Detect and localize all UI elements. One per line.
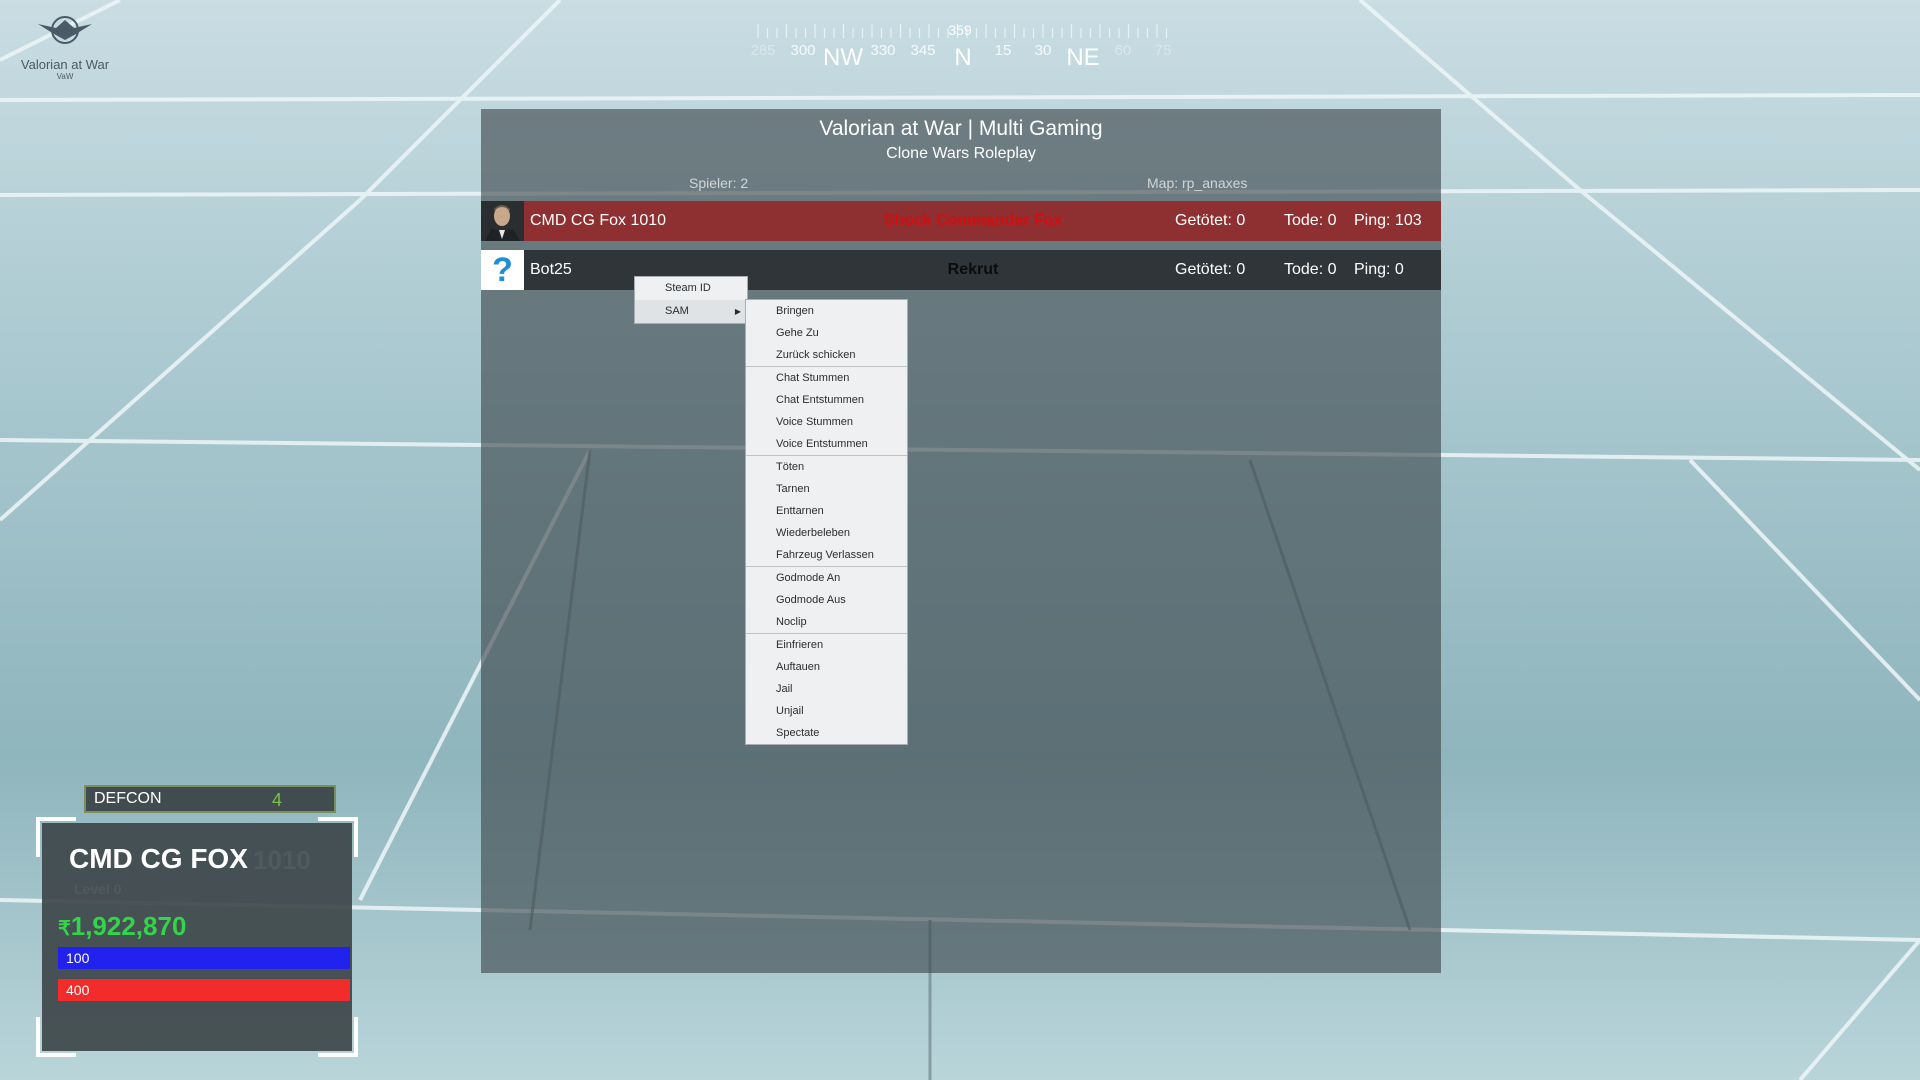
submenu-arrow-icon: ▶ [734, 307, 741, 316]
sam-menu-item[interactable]: Tarnen [746, 478, 907, 500]
player-deaths: Tode: 0 [1284, 261, 1337, 278]
menu-item-steam-id[interactable]: Steam ID [635, 277, 747, 300]
armor-bar: 100 [58, 947, 350, 969]
compass-label: 285 [750, 42, 776, 59]
sam-menu-item[interactable]: Auftauen [746, 656, 907, 678]
sam-submenu: Bringen Gehe Zu Zurück schicken Chat Stumme… [745, 299, 908, 745]
sam-menu-item[interactable]: Fahrzeug Verlassen [746, 544, 907, 566]
menu-item-label: SAM [665, 305, 689, 317]
player-kills: Getötet: 0 [1175, 261, 1246, 278]
logo-sub: VaW [56, 72, 74, 81]
compass-label: 330 [870, 42, 896, 59]
sam-menu-item[interactable]: Gehe Zu [746, 322, 907, 344]
defcon-value: 4 [272, 790, 283, 810]
server-logo: Valorian at War VaW [10, 10, 120, 81]
defcon-indicator: DEFCON 4 [84, 785, 336, 813]
compass-label: 30 [1034, 42, 1052, 59]
compass-label: N [954, 44, 972, 71]
hud-money: ₹1,922,870 [58, 911, 186, 942]
hud-player-name: CMD CG FOX [69, 843, 248, 874]
sam-menu-item[interactable]: Spectate [746, 722, 907, 744]
player-context-menu: Steam ID SAM ▶ [634, 276, 748, 324]
map-name: Map: rp_anaxes [1147, 175, 1248, 191]
compass-label: 345 [910, 42, 936, 59]
sam-menu-item[interactable]: Chat Stummen [746, 367, 907, 389]
player-row[interactable]: ? Bot25 Rekrut Getötet: 0 Tode: 0 Ping: … [481, 250, 1441, 290]
scoreboard: Valorian at War | Multi Gaming Clone War… [481, 109, 1441, 973]
compass-label: NW [823, 44, 863, 71]
armor-value: 100 [66, 950, 90, 966]
player-name: CMD CG Fox 1010 [530, 212, 667, 229]
player-ping: Ping: 0 [1354, 261, 1404, 278]
defcon-label: DEFCON [94, 790, 162, 807]
scoreboard-subtitle: Clone Wars Roleplay [886, 145, 1036, 162]
player-deaths: Tode: 0 [1284, 212, 1337, 229]
sam-menu-item[interactable]: Wiederbeleben [746, 522, 907, 544]
eagle-emblem-icon [38, 16, 92, 44]
logo-name: Valorian at War [20, 57, 110, 72]
health-bar: 400 [58, 979, 350, 1001]
question-mark-icon: ? [481, 250, 524, 290]
sam-menu-item[interactable]: Jail [746, 678, 907, 700]
player-ping: Ping: 103 [1354, 212, 1422, 229]
hud-panel: CMD CG FOX 1010 Level 0 ₹1,922,870 100 4… [42, 823, 352, 1051]
player-avatar [481, 201, 524, 241]
compass-label: 75 [1154, 42, 1172, 59]
player-name: Bot25 [530, 261, 572, 278]
sam-menu-item[interactable]: Noclip [746, 611, 907, 633]
compass-label: 15 [994, 42, 1012, 59]
money-value: 1,922,870 [70, 911, 187, 941]
compass-label: 60 [1114, 42, 1132, 59]
sam-menu-item[interactable]: Töten [746, 456, 907, 478]
player-rank: Rekrut [947, 261, 999, 278]
sam-menu-item[interactable]: Voice Stummen [746, 411, 907, 433]
player-kills: Getötet: 0 [1175, 212, 1246, 229]
sam-menu-item[interactable]: Godmode Aus [746, 589, 907, 611]
player-row[interactable]: CMD CG Fox 1010 Shock Commander Fox Getö… [481, 201, 1441, 241]
hud-player-number: 1010 [253, 845, 311, 875]
sam-menu-item[interactable]: Enttarnen [746, 500, 907, 522]
sam-menu-item[interactable]: Chat Entstummen [746, 389, 907, 411]
money-icon: ₹ [58, 918, 71, 940]
sam-menu-item[interactable]: Einfrieren [746, 634, 907, 656]
health-value: 400 [66, 982, 90, 998]
player-rank: Shock Commander Fox [883, 212, 1063, 229]
sam-menu-item[interactable]: Voice Entstummen [746, 433, 907, 455]
compass-label: 300 [790, 42, 816, 59]
sam-menu-item[interactable]: Zurück schicken [746, 344, 907, 366]
player-count: Spieler: 2 [689, 175, 749, 191]
player-hud: CMD CG FOX 1010 Level 0 ₹1,922,870 100 4… [36, 817, 358, 1057]
scoreboard-title: Valorian at War | Multi Gaming [819, 117, 1103, 140]
compass-heading: 359 [948, 22, 972, 38]
hud-level: Level 0 [74, 881, 122, 897]
compass: 359 285 300 NW 330 345 N 15 30 NE 60 75 [748, 18, 1178, 74]
menu-item-sam[interactable]: SAM ▶ [635, 300, 747, 323]
sam-menu-item[interactable]: Unjail [746, 700, 907, 722]
compass-label: NE [1066, 44, 1100, 71]
menu-item-label: Steam ID [665, 282, 711, 294]
sam-menu-item[interactable]: Godmode An [746, 567, 907, 589]
sam-menu-item[interactable]: Bringen [746, 300, 907, 322]
